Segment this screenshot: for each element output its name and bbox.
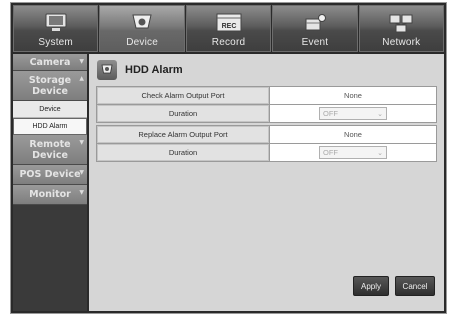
device-menu: Camera ▼ Storage Device ▲ Device HDD Ala… <box>13 54 87 311</box>
sidebar-subitem-label: HDD Alarm <box>32 123 68 130</box>
check-duration-value: OFF <box>323 109 338 118</box>
replace-duration-select[interactable]: OFF ⌄ <box>319 146 387 159</box>
replace-alarm-group: Replace Alarm Output Port None Duration … <box>96 125 437 162</box>
sidebar-item-label: Camera <box>29 56 71 68</box>
chevron-down-icon: ▼ <box>79 58 84 65</box>
chevron-down-icon: ⌄ <box>377 149 383 157</box>
check-port-row: Check Alarm Output Port None <box>97 87 436 104</box>
check-duration-select[interactable]: OFF ⌄ <box>319 107 387 120</box>
replace-duration-row: Duration OFF ⌄ <box>97 144 436 161</box>
sidebar-item-label: Remote Device <box>29 138 71 161</box>
replace-port-label: Replace Alarm Output Port <box>97 126 269 143</box>
check-alarm-group: Check Alarm Output Port None Duration OF… <box>96 86 437 123</box>
check-port-value[interactable]: None <box>270 87 436 104</box>
replace-duration-value: OFF <box>323 148 338 157</box>
hdd-icon <box>97 60 117 80</box>
rec-icon: REC <box>214 11 244 35</box>
event-icon <box>300 11 330 35</box>
replace-duration-cell: OFF ⌄ <box>270 144 436 161</box>
sidebar-item-label: Monitor <box>29 189 71 200</box>
tab-event[interactable]: Event <box>272 5 358 52</box>
tab-network[interactable]: Network <box>358 5 445 52</box>
tab-label: Device <box>126 37 158 48</box>
svg-text:REC: REC <box>221 23 236 30</box>
apply-button[interactable]: Apply <box>353 276 389 296</box>
tab-record[interactable]: REC Record <box>185 5 272 52</box>
tab-label: Network <box>382 37 421 48</box>
replace-port-value[interactable]: None <box>270 126 436 143</box>
sidebar-item-storage-device[interactable]: Storage Device ▲ <box>13 71 87 101</box>
replace-duration-label: Duration <box>97 144 269 161</box>
check-duration-cell: OFF ⌄ <box>270 105 436 122</box>
network-icon <box>386 11 416 35</box>
sidebar-item-label: Storage Device <box>28 74 72 97</box>
page-header: HDD Alarm <box>97 60 183 80</box>
chevron-down-icon: ⌄ <box>377 110 383 118</box>
sidebar-item-pos-device[interactable]: POS Device ▼ <box>13 165 87 185</box>
camera-icon <box>127 11 157 35</box>
sidebar-item-monitor[interactable]: Monitor ▼ <box>13 185 87 205</box>
sidebar-subitem-device[interactable]: Device <box>13 101 87 118</box>
cancel-button[interactable]: Cancel <box>395 276 435 296</box>
main-tab-bar: System Device REC Record Event Network <box>13 5 445 52</box>
replace-port-row: Replace Alarm Output Port None <box>97 126 436 143</box>
sidebar-item-remote-device[interactable]: Remote Device ▼ <box>13 135 87 165</box>
monitor-icon <box>41 11 71 35</box>
sidebar-item-camera[interactable]: Camera ▼ <box>13 54 87 71</box>
chevron-down-icon: ▼ <box>79 189 84 196</box>
replace-port-value-text: None <box>344 130 362 139</box>
chevron-down-icon: ▼ <box>79 169 84 176</box>
chevron-up-icon: ▲ <box>79 75 84 82</box>
chevron-down-icon: ▼ <box>79 139 84 146</box>
settings-panel: HDD Alarm Check Alarm Output Port None D… <box>89 54 444 311</box>
check-duration-row: Duration OFF ⌄ <box>97 105 436 122</box>
page-title: HDD Alarm <box>125 64 183 76</box>
tab-label: System <box>38 37 73 48</box>
tab-label: Event <box>301 37 329 48</box>
check-duration-label: Duration <box>97 105 269 122</box>
dvr-window: System Device REC Record Event Network C… <box>10 2 447 314</box>
sidebar-subitem-label: Device <box>39 105 61 113</box>
sidebar-subitem-hdd-alarm[interactable]: HDD Alarm <box>13 118 87 135</box>
check-port-value-text: None <box>344 91 362 100</box>
check-port-label: Check Alarm Output Port <box>97 87 269 104</box>
tab-device[interactable]: Device <box>99 5 185 52</box>
tab-system[interactable]: System <box>13 5 99 52</box>
tab-label: Record <box>211 37 246 48</box>
sidebar-item-label: POS Device <box>19 169 81 180</box>
